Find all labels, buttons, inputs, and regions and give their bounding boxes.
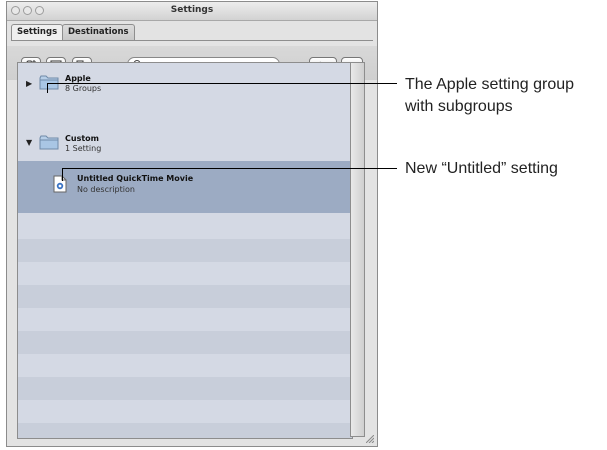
tab-settings[interactable]: Settings: [11, 24, 64, 40]
resize-grip-icon[interactable]: [366, 435, 374, 443]
callout-leader-apple: [47, 83, 397, 84]
list-stripe: [18, 239, 352, 262]
title-bar: Settings: [7, 2, 377, 21]
tab-bar: Settings Destinations: [7, 21, 377, 43]
callout-leader-untitled: [62, 168, 63, 181]
settings-list[interactable]: ▶ Apple 8 Groups ▼ Custom 1 Setting Unti…: [17, 62, 353, 439]
list-stripe: [18, 331, 352, 354]
disclosure-collapsed-icon[interactable]: ▶: [26, 79, 32, 88]
callout-apple-line1: The Apple setting group: [405, 76, 575, 93]
callout-untitled: New “Untitled” setting: [405, 160, 558, 177]
list-item-subtitle: 1 Setting: [65, 144, 102, 153]
list-item-subtitle: No description: [77, 185, 135, 194]
window-title: Settings: [170, 5, 214, 15]
callout-leader-untitled: [62, 168, 397, 169]
vertical-scrollbar[interactable]: [350, 62, 365, 437]
folder-icon: [39, 135, 59, 150]
list-stripe: [18, 377, 352, 400]
quicktime-document-icon: [53, 175, 67, 193]
list-stripe: [18, 423, 352, 438]
callout-leader-apple: [47, 83, 48, 93]
tab-destinations[interactable]: Destinations: [62, 24, 135, 40]
list-item-apple[interactable]: ▶ Apple 8 Groups: [18, 63, 352, 105]
list-item-subtitle: 8 Groups: [65, 84, 102, 93]
disclosure-expanded-icon[interactable]: ▼: [26, 138, 32, 147]
tab-divider: [11, 40, 373, 41]
list-item-title: Apple: [65, 74, 91, 83]
list-item-title: Custom: [65, 134, 99, 143]
callout-apple-line2: with subgroups: [405, 98, 513, 115]
settings-window: Settings Settings Destinations ▶ Apple 8…: [6, 1, 378, 447]
list-item-title: Untitled QuickTime Movie: [77, 174, 194, 183]
list-item-custom[interactable]: ▼ Custom 1 Setting: [18, 105, 352, 161]
list-stripe: [18, 285, 352, 308]
